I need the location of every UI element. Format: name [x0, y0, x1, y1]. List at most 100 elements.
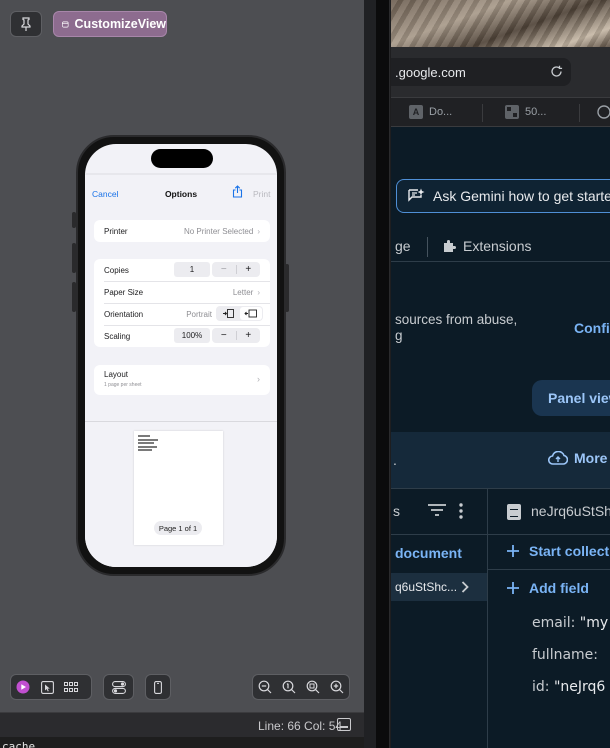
- filter-icon: [428, 504, 446, 516]
- chevron-right-icon: ›: [257, 227, 260, 236]
- live-preview-button[interactable]: [11, 675, 35, 699]
- address-text: .google.com: [395, 64, 466, 80]
- copies-increment-button[interactable]: +: [237, 262, 261, 277]
- print-preview-area: Page 1 of 1: [85, 421, 277, 567]
- copies-row: Copies 1 − +: [94, 259, 270, 281]
- document-icon: [507, 504, 521, 520]
- printer-value: No Printer Selected: [183, 227, 254, 236]
- variants-grid-button[interactable]: [59, 675, 83, 699]
- scaling-field[interactable]: 100%: [174, 328, 210, 343]
- zoom-out-button[interactable]: [253, 675, 277, 699]
- orientation-value: Portrait: [186, 310, 212, 319]
- zoom-out-icon: [258, 680, 272, 694]
- grid-icon: [64, 682, 78, 692]
- iphone-icon: [154, 680, 162, 694]
- copies-decrement-button[interactable]: −: [212, 262, 236, 277]
- zoom-to-fit-button[interactable]: [301, 675, 325, 699]
- zoom-actual-size-button[interactable]: [277, 675, 301, 699]
- printer-group: Printer No Printer Selected ›: [94, 220, 270, 242]
- cursor-position: Line: 66 Col: 54: [258, 719, 343, 733]
- zoom-in-button[interactable]: [325, 675, 349, 699]
- dynamic-island: [151, 149, 213, 168]
- scaling-increment-button[interactable]: +: [237, 328, 261, 343]
- collection-name: s: [393, 503, 400, 519]
- firestore-data-panel: s neJrq6uStSh document q6uStShc... Start…: [391, 488, 610, 748]
- preview-window-icon: [62, 21, 69, 27]
- chevron-right-icon: ›: [257, 288, 260, 297]
- orientation-row: Orientation Portrait: [94, 303, 270, 325]
- phone-screen: Cancel Options Print Printer No Printer …: [85, 144, 277, 567]
- field-value: "neJrq6: [553, 679, 606, 695]
- portrait-orientation-icon: [222, 309, 234, 318]
- reload-icon: [551, 65, 563, 77]
- landscape-option[interactable]: [239, 307, 262, 320]
- ask-gemini-label: Ask Gemini how to get started: [433, 188, 610, 204]
- bookmark-divider: [482, 104, 483, 122]
- start-collection-button[interactable]: Start collect: [507, 543, 609, 559]
- puzzle-piece-icon: [444, 240, 456, 252]
- paper-size-value: Letter: [232, 288, 254, 297]
- document-column-header: neJrq6uStSh: [488, 489, 610, 535]
- copies-field[interactable]: 1: [174, 262, 210, 277]
- wordpress-icon: [597, 105, 610, 119]
- bookmark-50[interactable]: 50...: [505, 105, 546, 119]
- extensions-label: Extensions: [463, 238, 532, 254]
- document-list-item[interactable]: q6uStShc...: [391, 573, 487, 601]
- sheet-title: Options: [164, 189, 198, 199]
- add-field-label: Add field: [529, 580, 589, 596]
- page-text-lines: [138, 435, 158, 453]
- filter-button[interactable]: [428, 503, 446, 521]
- section-divider: [488, 569, 610, 570]
- field-value: "my: [579, 615, 609, 631]
- orientation-segmented-control[interactable]: [216, 306, 263, 321]
- scaling-stepper[interactable]: − +: [212, 328, 260, 343]
- panel-view-button[interactable]: Panel view: [532, 380, 610, 416]
- paper-size-label: Paper Size: [104, 288, 144, 297]
- window-edge: [376, 0, 390, 748]
- printer-row[interactable]: Printer No Printer Selected ›: [94, 220, 270, 242]
- paper-size-row[interactable]: Paper Size Letter ›: [94, 281, 270, 303]
- tab-divider: [427, 237, 428, 257]
- reload-button[interactable]: [550, 65, 563, 83]
- plus-icon: [507, 545, 519, 557]
- customize-view-preview-button[interactable]: CustomizeView: [53, 11, 167, 37]
- selectable-mode-button[interactable]: [35, 675, 59, 699]
- tab-partial[interactable]: ge: [395, 238, 411, 254]
- address-bar[interactable]: .google.com: [391, 58, 571, 86]
- ask-gemini-button[interactable]: Ask Gemini how to get started: [396, 179, 610, 213]
- portrait-option[interactable]: [217, 307, 240, 320]
- firebase-header-area: Ask Gemini how to get started ge Extensi…: [391, 127, 610, 267]
- layout-group[interactable]: Layout 1 page per sheet ›: [94, 365, 270, 395]
- tab-extensions[interactable]: Extensions: [443, 238, 531, 254]
- collection-column-header: s: [391, 489, 487, 535]
- canvas-settings-button[interactable]: [103, 674, 134, 700]
- app-check-description: sources from abuse, g: [395, 312, 517, 344]
- field-key: id:: [532, 679, 550, 695]
- scaling-decrement-button[interactable]: −: [212, 328, 236, 343]
- collection-menu-button[interactable]: [459, 503, 463, 524]
- device-settings-button[interactable]: [145, 674, 171, 700]
- firestore-data-header: . More: [391, 432, 610, 488]
- bookmark-docs[interactable]: A Do...: [409, 105, 452, 119]
- page-preview-thumbnail[interactable]: Page 1 of 1: [134, 431, 223, 545]
- bookmark-wordpress[interactable]: [597, 105, 610, 119]
- field-row-fullname[interactable]: fullname:: [532, 647, 598, 663]
- toggle-debug-area-icon[interactable]: [337, 718, 351, 731]
- document-id: q6uStShc...: [395, 580, 458, 594]
- scaling-label: Scaling: [104, 332, 131, 341]
- copies-stepper[interactable]: − +: [212, 262, 260, 277]
- pin-preview-button[interactable]: [10, 11, 42, 37]
- chevron-right-icon: [461, 577, 469, 598]
- field-row-id[interactable]: id: "neJrq6: [532, 679, 605, 695]
- field-row-email[interactable]: email: "my: [532, 615, 608, 631]
- add-field-button[interactable]: Add field: [507, 580, 589, 596]
- share-button[interactable]: [232, 185, 243, 200]
- header-text: .: [393, 452, 397, 468]
- configure-link[interactable]: Confi: [574, 320, 610, 336]
- print-button[interactable]: Print: [253, 189, 270, 199]
- bookmark-label: 50...: [525, 106, 547, 118]
- add-document-button[interactable]: document: [395, 545, 462, 561]
- bookmark-grid-icon: [505, 105, 519, 119]
- print-settings-group: Copies 1 − + Paper Size Letter › Orienta…: [94, 259, 270, 347]
- more-in-cloud-button[interactable]: More: [548, 450, 607, 466]
